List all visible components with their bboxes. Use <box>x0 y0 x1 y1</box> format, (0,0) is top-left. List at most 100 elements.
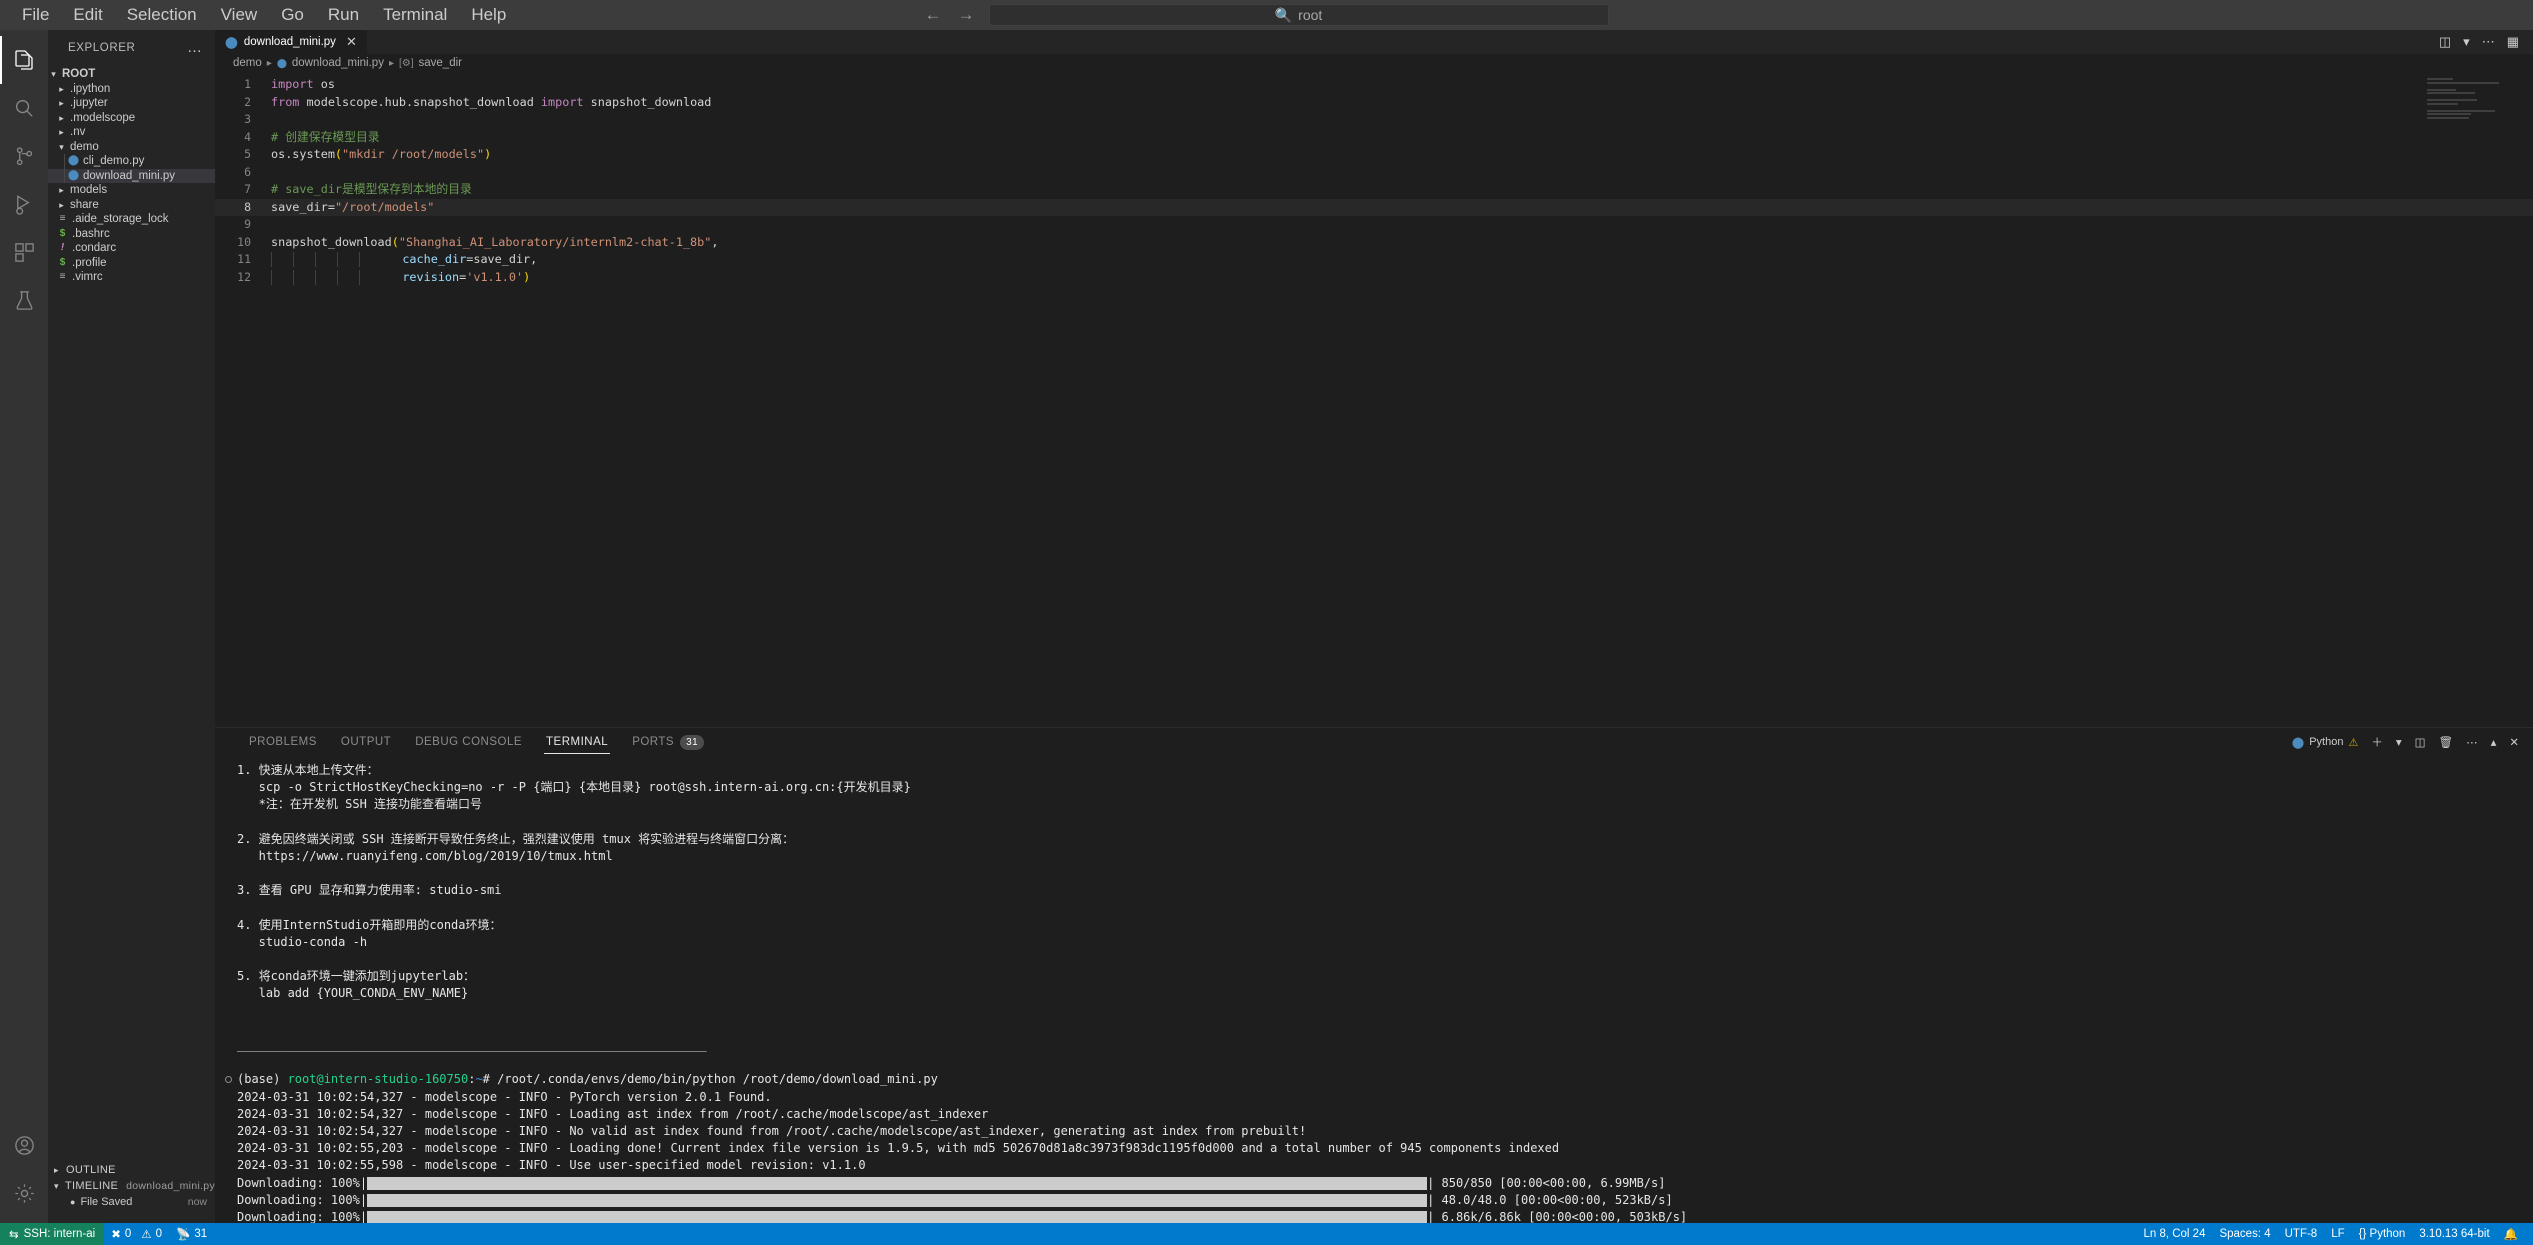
code-line[interactable]: 12 revision='v1.1.0') <box>215 269 2533 287</box>
token: snapshot_download <box>583 94 712 109</box>
more-icon[interactable]: ⋯ <box>2466 735 2478 749</box>
tree-item--jupyter[interactable]: ▸ .jupyter <box>48 96 215 111</box>
tree-root[interactable]: ▾ ROOT <box>48 67 215 82</box>
progress-percent: 100% <box>330 1192 360 1207</box>
layout-icon[interactable]: ▦ <box>2507 34 2519 50</box>
progress-label: Downloading: <box>237 1175 331 1190</box>
tree-item-share[interactable]: ▸ share <box>48 198 215 213</box>
tree-item-demo[interactable]: ▾ demo <box>48 140 215 155</box>
panel-tab-problems[interactable]: PROBLEMS <box>237 728 329 756</box>
token: , <box>711 234 719 249</box>
chevron-up-icon[interactable]: ▴ <box>2491 735 2497 749</box>
sidebar-item-extensions[interactable] <box>0 228 48 276</box>
code-line[interactable]: 1 import os <box>215 76 2533 94</box>
breadcrumb-item-file[interactable]: download_mini.py <box>292 57 384 69</box>
status-indentation[interactable]: Spaces: 4 <box>2212 1223 2277 1245</box>
breadcrumb-item-demo[interactable]: demo <box>233 57 262 69</box>
sidebar-item-source-control[interactable] <box>0 132 48 180</box>
menu-selection[interactable]: Selection <box>115 0 209 30</box>
navigation-arrows[interactable]: ← → <box>925 5 975 25</box>
tree-item--bashrc[interactable]: $ .bashrc <box>48 227 215 242</box>
tree-item--condarc[interactable]: ! .condarc <box>48 241 215 256</box>
timeline-section[interactable]: ▾ TIMELINE download_mini.py <box>48 1178 215 1194</box>
code-line[interactable]: 10 snapshot_download("Shanghai_AI_Laborat… <box>215 234 2533 252</box>
tree-item-models[interactable]: ▸ models <box>48 183 215 198</box>
code-line[interactable]: 3 <box>215 111 2533 129</box>
split-editor-icon[interactable]: ◫ <box>2439 34 2451 50</box>
panel-tab-output[interactable]: OUTPUT <box>329 728 403 756</box>
menu-run[interactable]: Run <box>316 0 371 30</box>
tree-item-download-mini-py[interactable]: ⬤ download_mini.py <box>48 168 215 183</box>
status-language-mode[interactable]: {} Python <box>2352 1223 2413 1245</box>
code-line[interactable]: 7 # save_dir是模型保存到本地的目录 <box>215 181 2533 199</box>
tree-item-cli-demo-py[interactable]: ⬤ cli_demo.py <box>48 154 215 169</box>
tree-item--aide-storage-lock[interactable]: ≡ .aide_storage_lock <box>48 212 215 227</box>
code-line[interactable]: 2 from modelscope.hub.snapshot_download i… <box>215 94 2533 112</box>
close-icon[interactable]: ✕ <box>2509 735 2519 749</box>
chevron-down-icon[interactable]: ▾ <box>2396 735 2402 749</box>
more-actions-icon[interactable]: … <box>187 39 203 56</box>
bell-icon[interactable]: 🔔 <box>2497 1223 2525 1245</box>
split-terminal-icon[interactable]: ◫ <box>2415 735 2426 749</box>
menu-go[interactable]: Go <box>269 0 316 30</box>
chevron-down-icon[interactable]: ▾ <box>2463 34 2470 50</box>
status-problems[interactable]: ✖ 0 ⚠ 0 <box>104 1223 169 1245</box>
remote-indicator[interactable]: ⇆ SSH: intern-ai <box>0 1223 105 1245</box>
code-line[interactable]: 8 save_dir="/root/models" <box>215 198 2533 216</box>
sidebar-item-run-and-debug[interactable] <box>0 180 48 228</box>
close-icon[interactable]: ✕ <box>346 34 357 50</box>
menu-edit[interactable]: Edit <box>61 0 114 30</box>
forward-icon[interactable]: → <box>958 5 975 25</box>
tab-label: download_mini.py <box>243 36 336 48</box>
code-line[interactable]: 6 <box>215 164 2533 182</box>
search-input[interactable]: 🔍 root <box>988 4 1609 26</box>
terminal-user-host: root@intern-studio-160750 <box>287 1072 469 1087</box>
more-actions-icon[interactable]: ⋯ <box>2482 34 2495 50</box>
accounts-button[interactable] <box>0 1121 48 1169</box>
progress-stats: | 850/850 [00:00<00:00, 6.99MB/s] <box>1427 1175 1666 1190</box>
extensions-icon <box>14 242 34 262</box>
panel-tab-ports[interactable]: PORTS 31 <box>620 728 716 756</box>
tree-item--nv[interactable]: ▸ .nv <box>48 125 215 140</box>
sidebar-item-testing[interactable] <box>0 276 48 324</box>
menu-help[interactable]: Help <box>459 0 518 30</box>
tab-download-mini-py[interactable]: ⬤ download_mini.py ✕ <box>215 30 368 54</box>
panel-tab-debug-console[interactable]: DEBUG CONSOLE <box>403 728 534 756</box>
minimap[interactable] <box>2427 78 2519 119</box>
code-line[interactable]: 5 os.system("mkdir /root/models") <box>215 146 2533 164</box>
settings-button[interactable] <box>0 1169 48 1217</box>
file-tree: ▾ ROOT ▸ .ipython ▸ .jupyter ▸ .modelscope ▸ .n… <box>48 65 215 1162</box>
code-line[interactable]: 11 cache_dir=save_dir, <box>215 251 2533 269</box>
menu-file[interactable]: File <box>10 0 61 30</box>
menu-view[interactable]: View <box>209 0 270 30</box>
sidebar-title: EXPLORER <box>68 41 136 54</box>
terminal-shell-indicator[interactable]: ⬤ Python ⚠ <box>2292 736 2358 749</box>
menu-terminal[interactable]: Terminal <box>371 0 459 30</box>
tree-item--ipython[interactable]: ▸ .ipython <box>48 82 215 97</box>
breadcrumb-item-symbol[interactable]: save_dir <box>419 57 462 69</box>
tree-item--modelscope[interactable]: ▸ .modelscope <box>48 111 215 126</box>
code-lines[interactable]: 1 import os 2 from modelscope.hub.snapshot_… <box>215 76 2533 727</box>
status-ports[interactable]: 📡 31 <box>169 1223 214 1245</box>
chevron-right-icon: ▸ <box>59 185 64 195</box>
code-line[interactable]: 9 <box>215 216 2533 234</box>
terminal-output[interactable]: 1. 快速从本地上传文件： scp -o StrictHostKeyChecki… <box>215 756 2533 1223</box>
status-eol[interactable]: LF <box>2324 1223 2351 1245</box>
trash-icon[interactable]: 🗑 <box>2438 735 2453 749</box>
code-line[interactable]: 4 # 创建保存模型目录 <box>215 129 2533 147</box>
tree-item--vimrc[interactable]: ≡ .vimrc <box>48 270 215 285</box>
code-editor[interactable]: 1 import os 2 from modelscope.hub.snapshot_… <box>215 72 2533 727</box>
new-terminal-icon[interactable]: ＋ <box>2371 734 2383 750</box>
status-cursor-position[interactable]: Ln 8, Col 24 <box>2136 1223 2212 1245</box>
back-icon[interactable]: ← <box>925 5 942 25</box>
outline-section[interactable]: ▸ OUTLINE <box>48 1162 215 1178</box>
token: import <box>540 94 584 109</box>
status-encoding[interactable]: UTF-8 <box>2278 1223 2325 1245</box>
sidebar-item-search[interactable] <box>0 84 48 132</box>
timeline-entry[interactable]: ● File Saved now <box>48 1194 215 1209</box>
panel-tab-terminal[interactable]: TERMINAL <box>534 728 620 756</box>
sidebar-item-explorer[interactable] <box>0 36 48 84</box>
tree-item--profile[interactable]: $ .profile <box>48 256 215 271</box>
status-python-interpreter[interactable]: 3.10.13 64-bit <box>2412 1223 2496 1245</box>
panel-tab-label: TERMINAL <box>546 736 609 748</box>
